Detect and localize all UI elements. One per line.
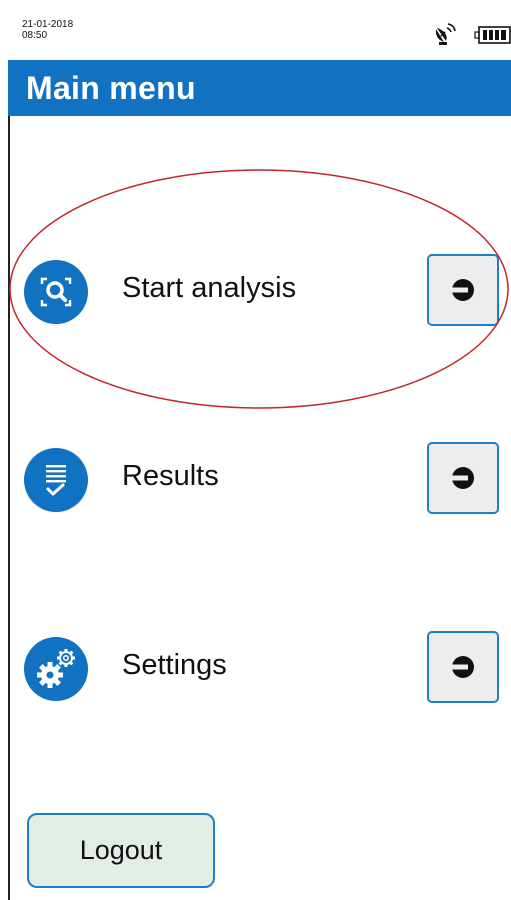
settings-gears-icon [24, 637, 88, 701]
page-title: Main menu [26, 70, 196, 106]
results-list-check-icon [24, 448, 88, 512]
header-bar: Main menu [8, 60, 511, 116]
menu-item-label: Start analysis [122, 272, 297, 304]
status-time: 08:50 [22, 30, 48, 41]
arrow-right-icon [450, 656, 474, 678]
battery-full-icon [474, 26, 511, 44]
menu-item-settings[interactable]: Settings [8, 629, 511, 709]
results-go-button[interactable] [427, 442, 499, 514]
arrow-right-icon [450, 467, 474, 489]
satellite-dish-icon [435, 23, 456, 45]
start-analysis-go-button[interactable] [427, 254, 499, 326]
menu-item-label: Results [122, 460, 219, 492]
menu-item-label: Settings [122, 649, 227, 681]
arrow-right-icon [450, 279, 474, 301]
settings-go-button[interactable] [427, 631, 499, 703]
main-menu-screen: 21-01-2018 08:50 Main menu Start analysi… [0, 0, 511, 900]
menu-item-results[interactable]: Results [8, 440, 511, 520]
analysis-search-icon [24, 260, 88, 324]
logout-button[interactable]: Logout [27, 813, 215, 888]
logout-label: Logout [79, 835, 163, 865]
status-bar: 21-01-2018 08:50 [0, 0, 511, 60]
menu-item-start-analysis[interactable]: Start analysis [8, 252, 511, 332]
status-date: 21-01-2018 [22, 19, 74, 30]
